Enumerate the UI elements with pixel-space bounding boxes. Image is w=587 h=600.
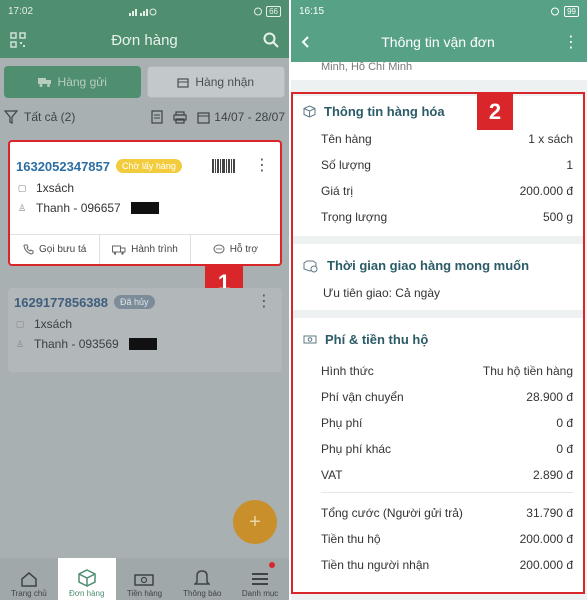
redaction-box — [130, 202, 159, 214]
cash-icon — [134, 574, 155, 586]
callout-badge: 2 — [477, 94, 513, 130]
status-badge: Chờ lấy hàng — [116, 159, 182, 173]
battery-level: 99 — [564, 5, 579, 17]
more-options-icon[interactable]: ⋮ — [256, 294, 276, 310]
search-icon[interactable] — [263, 32, 279, 48]
battery-level: 66 — [266, 5, 281, 17]
address-strip: Minh, Hồ Chí Minh — [291, 62, 587, 80]
order-card-header: 1632052347857 Chờ lấy hàng ⋮ — [10, 142, 280, 178]
filter-icon — [4, 110, 18, 124]
order-contact: ♙ Thanh - 096657 — [10, 198, 280, 218]
support-button[interactable]: Hỗ trợ — [191, 235, 280, 264]
menu-icon — [252, 573, 269, 585]
alarm-icon — [254, 7, 263, 16]
order-contact-text: Thanh - 093569 — [34, 337, 119, 351]
nav-money-label: Tiền hàng — [126, 589, 163, 598]
waybill-detail-screen: 16:15 99 Thông tin vận đơn ⋮ Minh, Hồ Ch… — [291, 0, 587, 600]
delivery-truck-icon — [112, 245, 126, 255]
alarm-icon — [551, 7, 560, 16]
date-range: 14/07 - 28/07 — [214, 110, 285, 124]
app-bar: Thông tin vận đơn ⋮ — [291, 22, 587, 62]
highlight-box — [291, 92, 585, 594]
nav-money[interactable]: Tiền hàng — [116, 558, 174, 600]
status-filter[interactable]: Tất cả (2) — [4, 110, 75, 124]
status-time: 17:02 — [8, 5, 34, 17]
journey-label: Hành trình — [131, 244, 178, 255]
nav-menu[interactable]: Danh mục — [231, 558, 289, 600]
journey-button[interactable]: Hành trình — [100, 235, 191, 264]
order-item-text: 1xsách — [34, 317, 73, 331]
person-icon: ♙ — [17, 202, 27, 213]
more-options-icon[interactable]: ⋮ — [254, 158, 274, 174]
app-bar: Đơn hàng — [0, 22, 289, 58]
order-actions: Gọi bưu tá Hành trình Hỗ trợ — [10, 234, 280, 264]
call-postman-label: Gọi bưu tá — [39, 244, 87, 255]
nav-home[interactable]: Trang chủ — [0, 558, 58, 600]
order-list-screen: 17:02 66 Đơn hàng Hàng gửi Hàng nhận Tất… — [0, 0, 289, 600]
add-order-button[interactable]: + — [233, 500, 277, 544]
filter-tools: 14/07 - 28/07 — [151, 110, 285, 124]
nav-notifications[interactable]: Thông báo — [173, 558, 231, 600]
nav-menu-label: Danh mục — [241, 589, 279, 598]
call-postman-button[interactable]: Gọi bưu tá — [10, 235, 101, 264]
page-title: Thông tin vận đơn — [381, 34, 495, 50]
print-icon[interactable] — [173, 110, 187, 124]
order-card[interactable]: 1632052347857 Chờ lấy hàng ⋮ ▢ 1xsách ♙ … — [8, 140, 282, 266]
order-card[interactable]: 1629177856388 Đã hủy ⋮ ▢ 1xsách ♙ Thanh … — [8, 288, 282, 372]
chat-icon — [213, 244, 225, 254]
order-contact: ♙ Thanh - 093569 — [8, 334, 282, 354]
order-card-header: 1629177856388 Đã hủy ⋮ — [8, 288, 282, 314]
phone-icon — [23, 244, 34, 255]
export-icon[interactable] — [151, 110, 163, 124]
order-item: ▢ 1xsách — [10, 178, 280, 198]
nav-orders-label: Đơn hàng — [68, 589, 105, 598]
filter-bar: Tất cả (2) 14/07 - 28/07 — [0, 104, 289, 130]
person-icon: ♙ — [15, 338, 25, 349]
status-badge: Đã hủy — [114, 295, 155, 309]
nav-home-label: Trang chủ — [11, 589, 47, 598]
qr-scan-icon[interactable] — [10, 32, 26, 48]
date-range-picker[interactable]: 14/07 - 28/07 — [197, 110, 285, 124]
order-id[interactable]: 1632052347857 — [16, 159, 110, 174]
order-item: ▢ 1xsách — [8, 314, 282, 334]
tab-received-label: Hàng nhận — [195, 75, 255, 89]
barcode-icon[interactable] — [211, 159, 235, 173]
cube-icon — [77, 569, 96, 587]
order-contact-text: Thanh - 096657 — [36, 201, 121, 215]
back-arrow-icon[interactable] — [299, 35, 313, 49]
order-id[interactable]: 1629177856388 — [14, 295, 108, 310]
tab-received-goods[interactable]: Hàng nhận — [146, 66, 285, 98]
truck-icon — [37, 78, 51, 87]
nav-notifications-label: Thông báo — [183, 589, 222, 598]
calendar-icon — [197, 111, 210, 124]
support-label: Hỗ trợ — [229, 244, 258, 255]
status-time: 16:15 — [299, 5, 325, 17]
signal-icon — [129, 8, 157, 16]
redaction-box — [128, 338, 157, 350]
status-bar: 17:02 66 — [0, 0, 289, 22]
order-tabs: Hàng gửi Hàng nhận — [0, 58, 289, 104]
filter-label: Tất cả (2) — [24, 110, 76, 124]
tab-sent-goods[interactable]: Hàng gửi — [4, 66, 141, 98]
package-icon: ▢ — [15, 318, 25, 329]
composite-screenshot: 17:02 66 Đơn hàng Hàng gửi Hàng nhận Tất… — [0, 0, 587, 600]
page-title: Đơn hàng — [111, 31, 178, 49]
notification-dot — [268, 562, 275, 568]
bottom-navigation: Trang chủ Đơn hàng Tiền hàng Thông báo D… — [0, 558, 289, 600]
bell-icon — [194, 570, 211, 585]
box-icon — [177, 78, 189, 88]
nav-orders[interactable]: Đơn hàng — [57, 558, 116, 600]
status-right: 99 — [550, 5, 579, 17]
order-item-text: 1xsách — [36, 181, 75, 195]
tab-sent-label: Hàng gửi — [57, 75, 107, 89]
status-right: 66 — [253, 5, 281, 17]
package-icon: ▢ — [17, 182, 27, 193]
status-icons — [129, 7, 157, 16]
more-options-icon[interactable]: ⋮ — [563, 32, 579, 52]
status-bar: 16:15 99 — [291, 0, 587, 22]
home-icon — [21, 572, 37, 587]
